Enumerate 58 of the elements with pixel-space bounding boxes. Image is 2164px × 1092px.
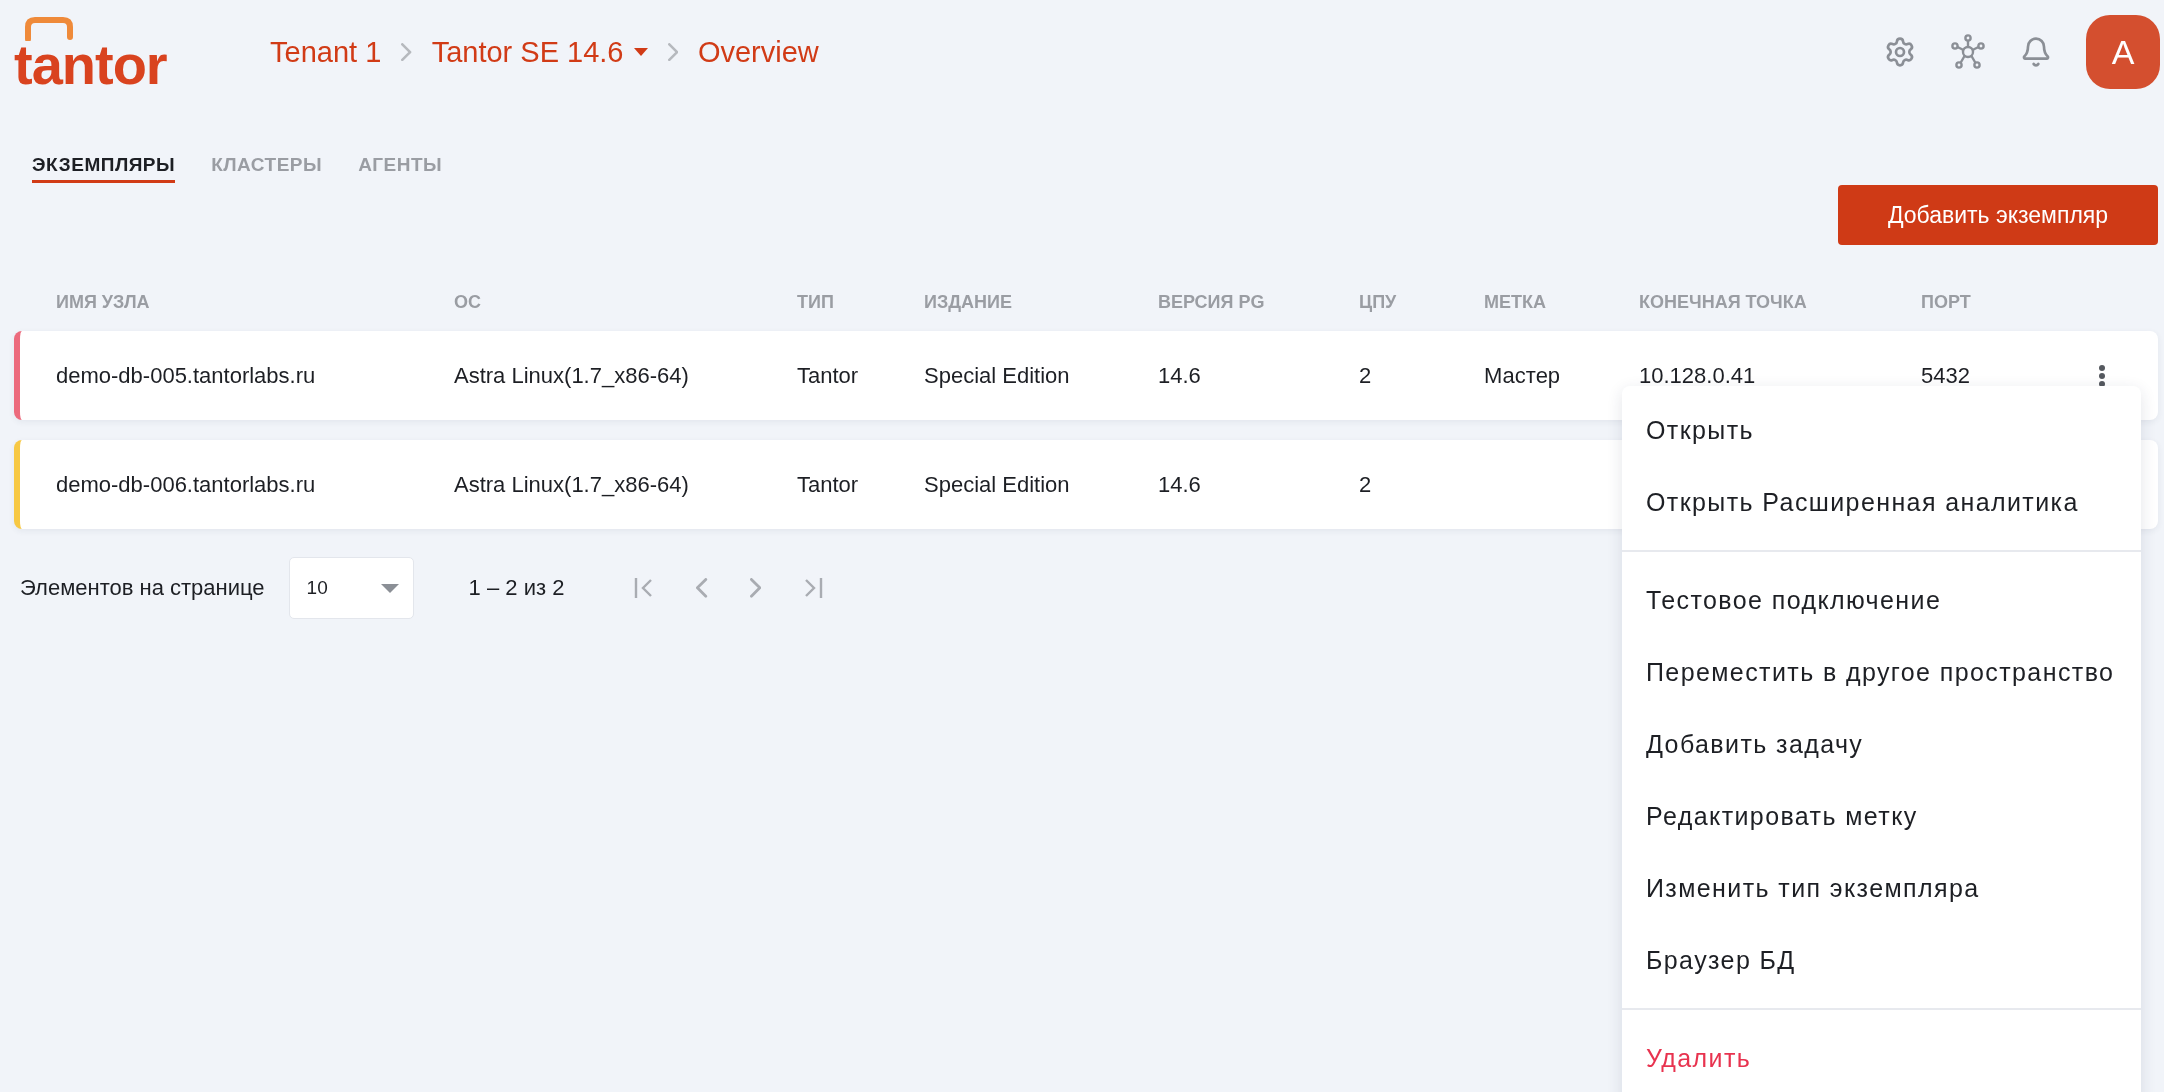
table-cell-text: Tantor xyxy=(797,362,860,389)
table-cell-text: Special Edition xyxy=(924,471,1071,498)
column-header: МЕТКА xyxy=(1484,291,1547,313)
settings-icon xyxy=(1884,36,1916,68)
column-header: ЦПУ xyxy=(1359,291,1398,313)
breadcrumb-link[interactable]: Overview xyxy=(697,35,819,69)
table-cell-text: 14.6 xyxy=(1158,471,1202,498)
table-cell-text: 2 xyxy=(1359,471,1373,498)
table-cell-text: demo-db-006.tantorlabs.ru xyxy=(56,471,317,498)
more-button[interactable] xyxy=(2098,363,2106,388)
menu-item[interactable]: Браузер БД xyxy=(1622,924,2141,996)
table-cell-text: Astra Linux(1.7_x86-64) xyxy=(454,362,690,389)
column-header: КОНЕЧНАЯ ТОЧКА xyxy=(1639,291,1808,313)
first-page-icon xyxy=(634,578,655,598)
table-cell-text: 10.128.0.41 xyxy=(1639,362,1757,389)
menu-item[interactable]: Изменить тип экземпляра xyxy=(1622,852,2141,924)
table-cell-text: Special Edition xyxy=(924,362,1071,389)
chevron-right-icon xyxy=(667,42,678,62)
caret-down-icon xyxy=(380,583,399,593)
notifications-button[interactable] xyxy=(2020,36,2052,68)
table-cell-text: 14.6 xyxy=(1158,362,1202,389)
menu-item[interactable]: Тестовое подключение xyxy=(1622,564,2141,636)
table-cell-text: Astra Linux(1.7_x86-64) xyxy=(454,471,690,498)
more-vertical-icon xyxy=(2098,363,2106,388)
breadcrumb-link[interactable]: Tantor SE 14.6 xyxy=(431,35,648,69)
bell-icon xyxy=(2020,36,2052,68)
column-header: ПОРТ xyxy=(1921,291,1972,313)
column-header: ИЗДАНИЕ xyxy=(924,291,1013,313)
add-instance-button[interactable]: Добавить экземпляр xyxy=(1838,185,2158,245)
chevron-left-icon xyxy=(696,578,708,598)
table-row[interactable]: demo-db-005.tantorlabs.ru Astra Linux(1.7_x86-64) Tantor Special Edition 14.6 2 Мастер 10.128.0.41 5432 xyxy=(14,331,2158,420)
breadcrumb-link[interactable]: Tenant 1 xyxy=(270,35,382,69)
page-size-select[interactable]: 10 xyxy=(288,557,414,619)
column-header: ТИП xyxy=(797,291,835,313)
table-cell-text: demo-db-005.tantorlabs.ru xyxy=(56,362,317,389)
menu-item[interactable]: Редактировать метку xyxy=(1622,780,2141,852)
menu-item[interactable]: Добавить задачу xyxy=(1622,708,2141,780)
network-button[interactable] xyxy=(1950,34,1986,70)
column-header: ОС xyxy=(454,291,482,313)
table-cell-text: Tantor xyxy=(797,471,860,498)
user-avatar[interactable]: A xyxy=(2086,15,2160,89)
settings-button[interactable] xyxy=(1884,36,1916,68)
logo-bubble-icon xyxy=(24,16,74,41)
last-page-icon xyxy=(802,578,823,598)
menu-item[interactable]: Удалить xyxy=(1622,1022,2141,1092)
chevron-right-icon xyxy=(749,578,761,598)
logo-text: tantor xyxy=(14,42,167,88)
network-nodes-icon xyxy=(1950,34,1986,70)
menu-item[interactable]: Переместить в другое пространство xyxy=(1622,636,2141,708)
chevron-right-icon xyxy=(401,42,412,62)
table-cell-text: 2 xyxy=(1359,362,1373,389)
table-cell-text: 5432 xyxy=(1921,362,1971,389)
table-cell-text: Мастер xyxy=(1484,362,1562,389)
page-range: 1 – 2 из 2 xyxy=(468,575,565,601)
page-size-label: Элементов на странице xyxy=(20,575,265,601)
column-header: ИМЯ УЗЛА xyxy=(56,291,151,313)
column-header: ВЕРСИЯ PG xyxy=(1158,291,1266,313)
tab[interactable]: ЭКЗЕМПЛЯРЫ xyxy=(32,154,176,183)
